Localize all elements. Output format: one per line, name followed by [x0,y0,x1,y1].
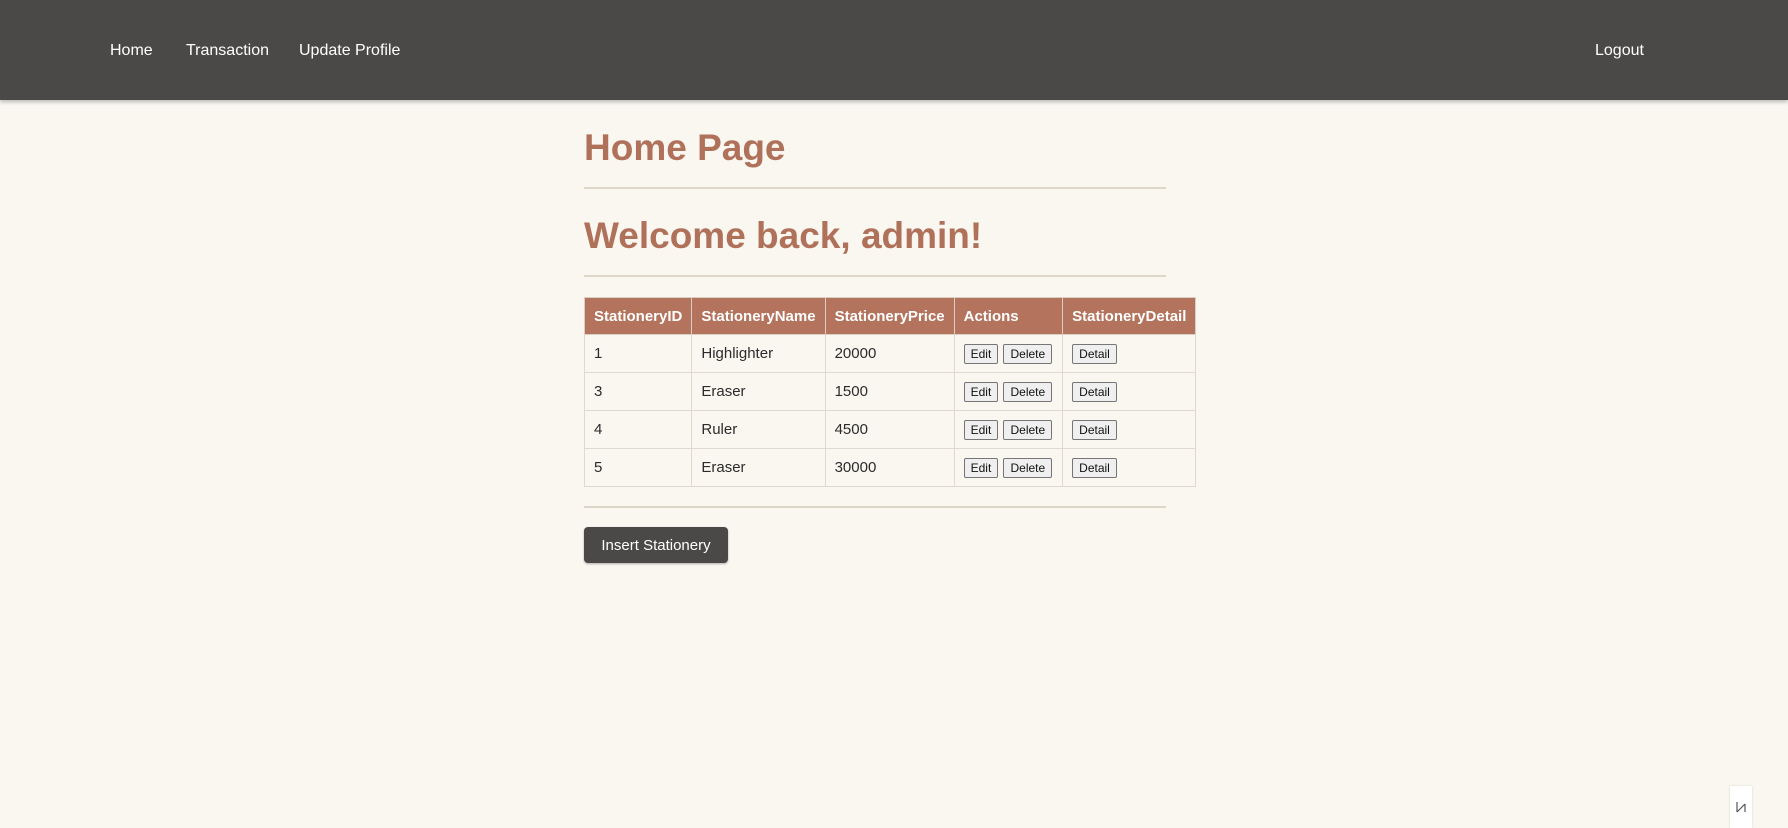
actions-cell: Edit Delete [953,448,1064,487]
actions-cell: Edit Delete [953,334,1064,373]
stationery-price-cell: 20000 [824,334,955,373]
page-title: Home Page [584,127,786,168]
delete-button[interactable]: Delete [1003,343,1053,364]
edit-button[interactable]: Edit [963,343,999,364]
actions-cell: Edit Delete [953,410,1064,449]
detail-cell: Detail [1062,334,1197,373]
resize-icon[interactable] [1730,786,1752,828]
table-row: 3 Eraser 1500 Edit Delete Detail [583,372,1197,411]
divider [584,187,1166,189]
stationery-price-cell: 4500 [824,410,955,449]
delete-button[interactable]: Delete [1003,381,1053,402]
edit-button[interactable]: Edit [963,419,999,440]
divider [584,506,1166,508]
stationery-id-cell: 5 [583,448,693,487]
detail-cell: Detail [1062,448,1197,487]
edit-button[interactable]: Edit [963,457,999,478]
detail-cell: Detail [1062,372,1197,411]
welcome-heading: Welcome back, admin! [584,215,983,256]
nav-transaction-link[interactable]: Transaction [186,41,269,61]
column-header: StationeryName [691,297,826,335]
detail-button[interactable]: Detail [1072,457,1117,478]
stationery-name-cell: Highlighter [691,334,826,373]
column-header: StationeryID [583,297,693,335]
table-row: 1 Highlighter 20000 Edit Delete Detail [583,334,1197,373]
stationery-table: StationeryID StationeryName StationeryPr… [583,297,1197,487]
table-row: 4 Ruler 4500 Edit Delete Detail [583,410,1197,449]
stationery-name-cell: Eraser [691,448,826,487]
detail-button[interactable]: Detail [1072,419,1117,440]
stationery-price-cell: 30000 [824,448,955,487]
stationery-name-cell: Eraser [691,372,826,411]
table-row: 5 Eraser 30000 Edit Delete Detail [583,448,1197,487]
column-header: Actions [953,297,1064,335]
resize-icon-glyph [1736,802,1746,813]
delete-button[interactable]: Delete [1003,419,1053,440]
actions-cell: Edit Delete [953,372,1064,411]
insert-stationery-button[interactable]: Insert Stationery [584,527,728,563]
stationery-id-cell: 3 [583,372,693,411]
stationery-name-cell: Ruler [691,410,826,449]
table-header-row: StationeryID StationeryName StationeryPr… [583,297,1197,335]
nav-update-profile-link[interactable]: Update Profile [299,41,400,61]
navbar: Home Transaction Update Profile Logout [0,0,1788,100]
nav-home-link[interactable]: Home [110,41,153,61]
nav-logout-link[interactable]: Logout [1595,41,1644,61]
stationery-id-cell: 4 [583,410,693,449]
stationery-price-cell: 1500 [824,372,955,411]
detail-cell: Detail [1062,410,1197,449]
column-header: StationeryDetail [1062,297,1197,335]
edit-button[interactable]: Edit [963,381,999,402]
detail-button[interactable]: Detail [1072,381,1117,402]
stationery-id-cell: 1 [583,334,693,373]
delete-button[interactable]: Delete [1003,457,1053,478]
detail-button[interactable]: Detail [1072,343,1117,364]
column-header: StationeryPrice [824,297,955,335]
divider [584,275,1166,277]
